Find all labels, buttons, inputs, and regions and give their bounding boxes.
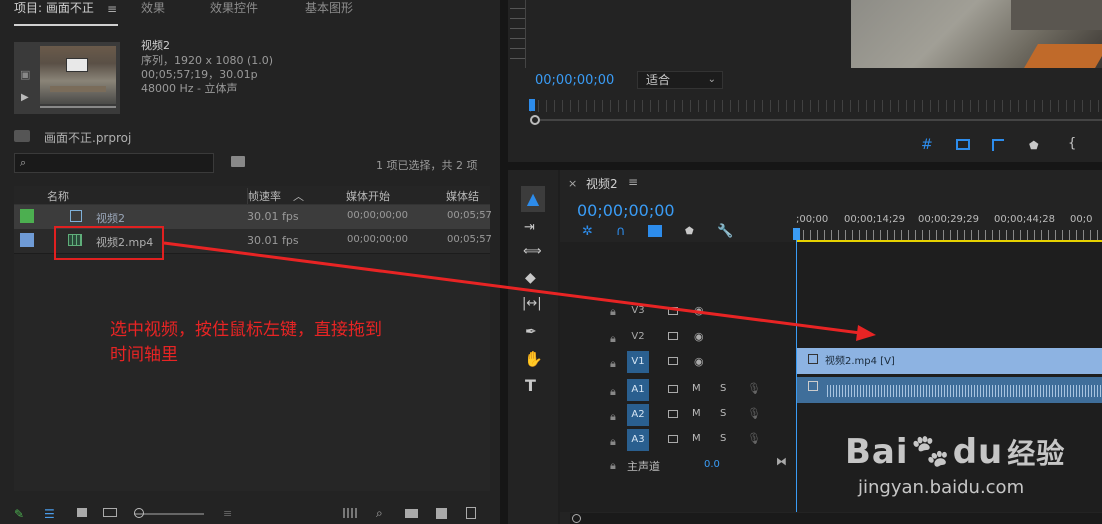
watermark-url: jingyan.baidu.com — [858, 477, 1025, 498]
watermark-text2: du — [952, 432, 1004, 472]
watermark-logo: Bai🐾︎du 经验 — [845, 432, 1065, 472]
watermark-text1: Bai — [845, 432, 909, 472]
watermark-text3: 经验 — [1007, 437, 1066, 470]
paw-icon: 🐾︎ — [908, 432, 953, 472]
